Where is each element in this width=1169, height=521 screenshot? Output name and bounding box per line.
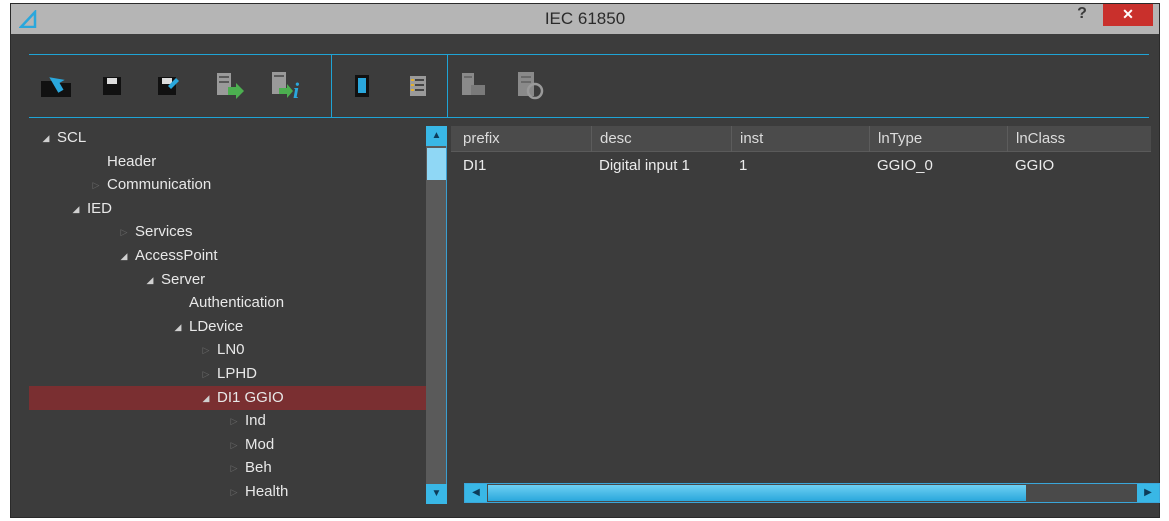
scroll-down-arrow-icon[interactable]: ▼ xyxy=(426,484,447,504)
tree-item-label: Beh xyxy=(245,459,272,477)
tree-item[interactable]: ▷ Mod xyxy=(29,433,426,457)
tree-item-label: Mod xyxy=(245,435,275,453)
scroll-left-arrow-icon[interactable]: ◀ xyxy=(465,484,487,502)
export-disabled-icon xyxy=(462,73,485,95)
tree-item-label: LN0 xyxy=(217,341,245,359)
collapsed-arrow-icon[interactable]: ▷ xyxy=(91,173,101,197)
device-icon xyxy=(355,75,369,97)
svg-text:i: i xyxy=(293,78,300,102)
column-header-prefix[interactable]: prefix xyxy=(455,126,591,152)
toolbar-separator xyxy=(447,55,448,117)
save-icon xyxy=(103,77,121,95)
checklist-icon xyxy=(410,76,426,96)
tree-item[interactable]: ▷ Ind xyxy=(29,409,426,433)
tree-item[interactable]: ▷ Health xyxy=(29,480,426,504)
expanded-arrow-icon[interactable]: ◢ xyxy=(41,126,51,150)
tree-item[interactable]: ▷ LN0 xyxy=(29,338,426,362)
tree-item[interactable]: ▷ Beh xyxy=(29,456,426,480)
help-button[interactable]: ? xyxy=(1071,4,1093,26)
column-header-inst[interactable]: inst xyxy=(731,126,869,152)
device-button[interactable] xyxy=(345,69,379,103)
collapsed-arrow-icon[interactable]: ▷ xyxy=(229,456,239,480)
grid-header: prefix desc inst lnType lnClass xyxy=(451,126,1151,152)
close-button[interactable]: ✕ xyxy=(1103,4,1153,26)
scroll-up-arrow-icon[interactable]: ▲ xyxy=(426,126,447,146)
expanded-arrow-icon[interactable]: ◢ xyxy=(71,197,81,221)
tree-item[interactable]: ◢ IED xyxy=(29,197,426,221)
import-info-button[interactable]: i xyxy=(269,69,303,103)
attributes-grid: prefix desc inst lnType lnClass DI1 Digital i… xyxy=(451,126,1151,486)
app-window: IEC 61850 ? ✕ i ◢ SCL Header ▷ Communica… xyxy=(10,3,1160,518)
expanded-arrow-icon[interactable]: ◢ xyxy=(119,244,129,268)
export-button[interactable] xyxy=(457,69,491,103)
tree-item[interactable]: Authentication xyxy=(29,291,426,315)
expanded-arrow-icon[interactable]: ◢ xyxy=(173,315,183,339)
tree-item-label: IED xyxy=(87,199,113,217)
import-button[interactable] xyxy=(213,69,247,103)
tree-item-label: Ind xyxy=(245,412,266,430)
tree-item-label: DI1 GGIO xyxy=(217,388,284,406)
tree-item[interactable]: ◢ DI1 GGIO xyxy=(29,385,426,410)
tree-item-label: AccessPoint xyxy=(135,247,218,264)
table-cell-lnClass: GGIO xyxy=(1015,157,1055,174)
column-header-desc[interactable]: desc xyxy=(591,126,731,152)
tree-item-label: Communication xyxy=(107,176,212,194)
table-cell-inst: 1 xyxy=(739,157,748,174)
tree-item[interactable]: ◢ Server xyxy=(29,268,426,292)
table-cell-desc: Digital input 1 xyxy=(599,157,690,174)
collapsed-arrow-icon[interactable]: ▷ xyxy=(229,480,239,504)
tree-item[interactable]: Header xyxy=(29,150,426,174)
collapsed-arrow-icon[interactable]: ▷ xyxy=(201,362,211,386)
tree-item[interactable]: ◢ LDevice xyxy=(29,315,426,339)
expanded-arrow-icon[interactable]: ◢ xyxy=(145,268,155,292)
tree-item-label: SCL xyxy=(57,129,87,146)
column-header-lnClass[interactable]: lnClass xyxy=(1007,126,1151,152)
expanded-arrow-icon[interactable]: ◢ xyxy=(201,386,211,410)
title-bar[interactable]: IEC 61850 ? ✕ xyxy=(11,4,1159,34)
report-button[interactable] xyxy=(513,69,547,103)
collapsed-arrow-icon[interactable]: ▷ xyxy=(119,220,129,244)
open-button[interactable] xyxy=(39,69,73,103)
window-title: IEC 61850 xyxy=(544,9,626,28)
tree-item-label: Header xyxy=(107,152,157,170)
table-cell-prefix: DI1 xyxy=(463,157,487,174)
save-as-button[interactable] xyxy=(151,69,185,103)
scl-tree[interactable]: ◢ SCL Header ▷ Communication ◢ IED ▷ Services ◢ Ac… xyxy=(29,126,426,504)
save-as-icon xyxy=(158,77,179,95)
collapsed-arrow-icon[interactable]: ▷ xyxy=(201,338,211,362)
report-disabled-icon xyxy=(518,72,544,100)
grid-horizontal-scrollbar[interactable]: ◀ ▶ xyxy=(464,483,1160,503)
tree-item[interactable]: ◢ AccessPoint xyxy=(29,244,426,268)
column-header-lnType[interactable]: lnType xyxy=(869,126,1007,152)
scroll-right-arrow-icon[interactable]: ▶ xyxy=(1137,484,1159,502)
tree-item-label: Server xyxy=(161,270,206,288)
import-info-icon: i xyxy=(272,72,300,102)
open-icon xyxy=(41,77,71,97)
scroll-thumb[interactable] xyxy=(427,148,446,180)
tree-item[interactable]: ▷ LPHD xyxy=(29,362,426,386)
tree-vertical-scrollbar[interactable]: ▲ ▼ xyxy=(426,126,447,504)
import-icon xyxy=(217,73,244,99)
tree-item-label: LPHD xyxy=(217,365,258,382)
tree-item-label: Health xyxy=(245,483,289,500)
tree-item[interactable]: ▷ Services xyxy=(29,220,426,244)
tree-item-label: Services xyxy=(135,223,193,241)
toolbar: i xyxy=(29,54,1149,118)
table-cell-lnType: GGIO_0 xyxy=(877,157,933,174)
tree-item-label: Authentication xyxy=(189,294,285,312)
scroll-thumb[interactable] xyxy=(488,485,1026,501)
save-button[interactable] xyxy=(95,69,129,103)
toolbar-separator xyxy=(331,55,332,117)
checklist-button[interactable] xyxy=(401,69,435,103)
tree-item[interactable]: ▷ Communication xyxy=(29,173,426,197)
tree-item[interactable]: ◢ SCL xyxy=(29,126,426,150)
tree-item-label: LDevice xyxy=(189,317,244,335)
collapsed-arrow-icon[interactable]: ▷ xyxy=(229,409,239,433)
collapsed-arrow-icon[interactable]: ▷ xyxy=(229,433,239,457)
